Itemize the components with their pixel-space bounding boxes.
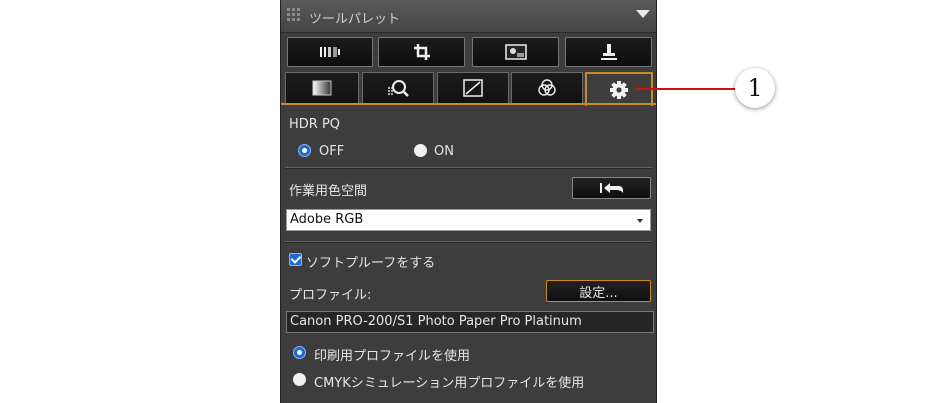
divider [285,167,652,169]
grip-icon [287,8,300,21]
brightness-adjust-icon [320,47,340,57]
tone-curve-icon [463,79,483,97]
tab-tone-curve[interactable] [437,72,509,104]
callout-number: 1 [735,68,775,108]
hdr-on-label: ON [434,144,454,159]
tool-palette-panel: ツールパレット HDR PQ OFF ON 作業用色空間 Adobe RGB ソ… [280,0,657,403]
crop-button[interactable] [378,37,465,67]
reset-color-space-button[interactable] [572,177,651,199]
crop-icon [413,44,430,60]
tab-tone[interactable] [285,72,359,104]
tab-color[interactable] [511,72,583,104]
chevron-down-icon [637,219,643,223]
panel-menu-triangle-icon[interactable] [636,10,650,18]
image-view-icon [504,44,527,60]
tone-gradient-icon [312,80,332,96]
profile-field[interactable]: Canon PRO-200/S1 Photo Paper Pro Platinu… [286,311,654,333]
cmyk-profile-radio[interactable] [293,373,306,386]
brightness-adjust-button[interactable] [287,37,373,67]
panel-titlebar[interactable]: ツールパレット [281,0,656,33]
profile-label: プロファイル: [289,288,372,303]
stamp-icon [600,44,617,60]
panel-title: ツールパレット [309,12,401,27]
gear-icon [610,81,628,99]
image-view-button[interactable] [472,37,559,67]
hdr-on-radio[interactable] [414,144,427,157]
reset-arrow-icon [599,183,623,193]
color-space-select[interactable]: Adobe RGB [286,209,651,231]
soft-proof-checkbox[interactable] [289,253,302,266]
color-space-label: 作業用色空間 [289,184,368,199]
hdr-off-label: OFF [319,144,345,159]
color-channels-icon [538,79,556,96]
detail-zoom-icon [388,80,409,97]
callout-line [636,88,740,90]
tab-detail[interactable] [362,72,434,104]
hdr-pq-label: HDR PQ [289,117,341,132]
cmyk-profile-label: CMYKシミュレーション用プロファイルを使用 [314,376,585,391]
tab-underline [281,103,656,105]
soft-proof-label: ソフトプルーフをする [306,256,436,271]
color-space-value: Adobe RGB [290,212,364,227]
print-profile-radio[interactable] [293,346,306,359]
print-profile-label: 印刷用プロファイルを使用 [314,349,471,364]
stamp-button[interactable] [565,37,652,67]
hdr-off-radio[interactable] [298,144,311,157]
divider [285,241,652,243]
profile-settings-button[interactable]: 設定... [546,280,651,302]
